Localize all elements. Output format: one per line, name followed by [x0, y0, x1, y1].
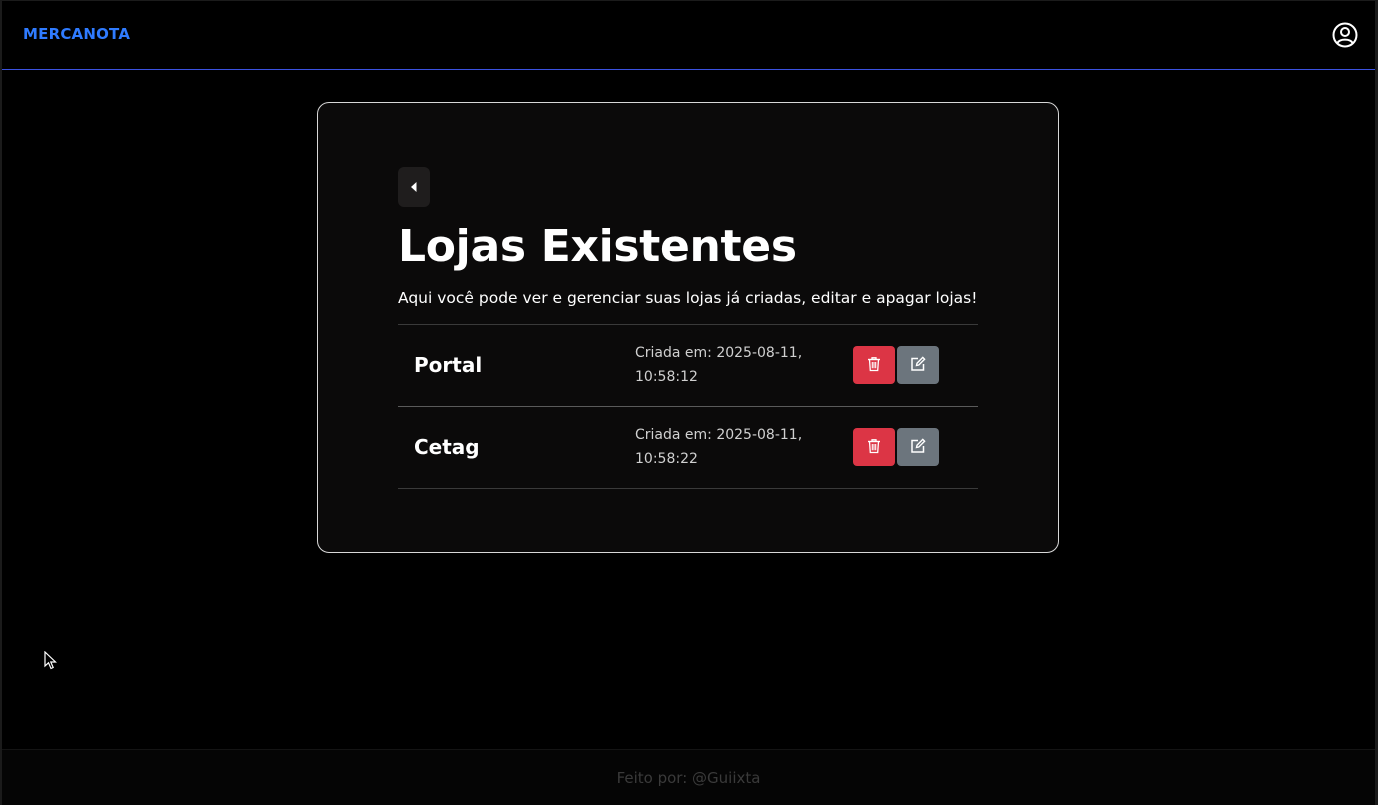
footer-credit: Feito por: @Guiixta	[616, 769, 761, 787]
edit-icon	[910, 437, 926, 457]
stores-card: Lojas Existentes Aqui você pode ver e ge…	[317, 102, 1059, 553]
page-title: Lojas Existentes	[398, 221, 797, 272]
store-name: Cetag	[414, 435, 480, 459]
store-row: Cetag Criada em: 2025-08-11, 10:58:22	[398, 407, 978, 489]
brand-logo[interactable]: MERCANOTA	[23, 25, 130, 43]
store-name: Portal	[414, 353, 483, 377]
edit-icon	[910, 355, 926, 375]
store-created-date: Criada em: 2025-08-11, 10:58:12	[635, 345, 803, 385]
navbar: MERCANOTA	[2, 1, 1375, 70]
user-circle-icon[interactable]	[1332, 22, 1358, 48]
store-list: Portal Criada em: 2025-08-11, 10:58:12 C…	[398, 324, 978, 489]
back-button[interactable]	[398, 167, 430, 207]
edit-store-button[interactable]	[897, 428, 939, 466]
app-page: MERCANOTA Lojas Existentes Aqui você pod…	[0, 0, 1378, 805]
trash-icon	[867, 438, 881, 457]
caret-left-icon	[409, 178, 419, 197]
store-created-date: Criada em: 2025-08-11, 10:58:22	[635, 427, 803, 467]
trash-icon	[867, 356, 881, 375]
delete-store-button[interactable]	[853, 428, 895, 466]
mouse-cursor-icon	[44, 650, 58, 671]
footer: Feito por: @Guiixta	[2, 749, 1375, 805]
store-row: Portal Criada em: 2025-08-11, 10:58:12	[398, 325, 978, 407]
delete-store-button[interactable]	[853, 346, 895, 384]
page-subtitle: Aqui você pode ver e gerenciar suas loja…	[398, 289, 978, 307]
edit-store-button[interactable]	[897, 346, 939, 384]
